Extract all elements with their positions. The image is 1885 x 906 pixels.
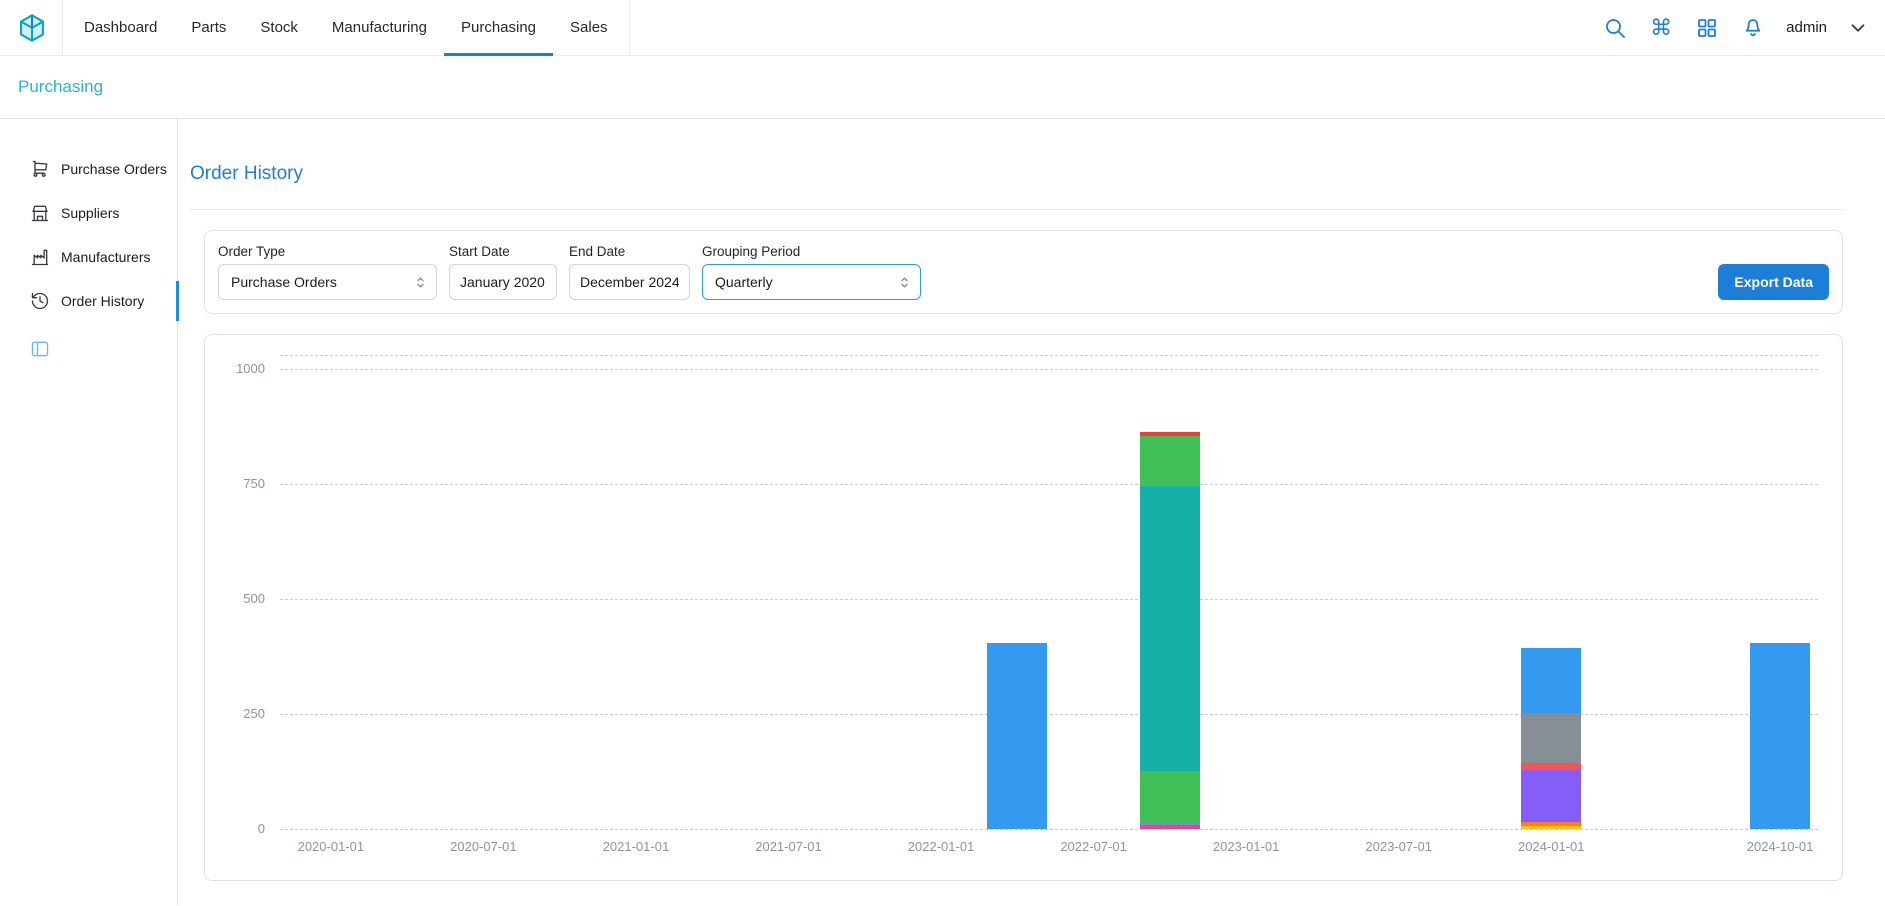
chart-bar-segment[interactable] [1521,822,1581,826]
chart-bar-segment[interactable] [1140,771,1200,823]
grouping-period-label: Grouping Period [702,244,921,259]
chart-bar-segment[interactable] [1521,648,1581,712]
gridline [280,369,1818,370]
breadcrumb-purchasing[interactable]: Purchasing [18,77,103,97]
y-axis-tick-label: 250 [209,706,265,721]
order-type-select[interactable]: Purchase Orders [218,264,437,300]
sidebar-item-label: Manufacturers [61,249,150,265]
x-axis-tick-label: 2020-01-01 [281,839,381,854]
y-axis-tick-label: 750 [209,476,265,491]
chart-bar-segment[interactable] [987,643,1047,829]
chart-plot: 0 250 500 750 1000 2020-01-01 2020-07-01 2021-0… [205,335,1842,880]
grouping-period-value: Quarterly [715,274,773,290]
shopping-cart-icon [30,159,50,179]
chart-bar-segment[interactable] [1140,825,1200,829]
chart-bar-segment[interactable] [1750,643,1810,829]
tab-stock[interactable]: Stock [243,0,315,56]
x-axis-tick-label: 2021-01-01 [586,839,686,854]
filter-panel: Order Type Purchase Orders Start Date En… [204,230,1843,314]
x-axis-tick-label: 2023-01-01 [1196,839,1296,854]
gridline [280,599,1818,600]
order-history-chart-card: 0 250 500 750 1000 2020-01-01 2020-07-01 2021-0… [204,334,1843,881]
order-type-label: Order Type [218,244,437,259]
plot-top-boundary [280,355,1818,356]
app-window: Dashboard Parts Stock Manufacturing Purc… [0,0,1885,906]
main-panel: Order History Order Type Purchase Orders… [178,119,1885,905]
selector-chevrons-icon [413,275,428,290]
sidebar-item-label: Order History [61,293,144,309]
end-date-label: End Date [569,244,690,259]
search-icon[interactable] [1602,15,1628,41]
grouping-period-field: Grouping Period Quarterly [702,244,921,300]
x-axis-tick-label: 2020-07-01 [433,839,533,854]
y-axis-tick-label: 500 [209,591,265,606]
content-area: Purchase Orders Suppliers Manufacturers [0,119,1885,905]
export-data-button[interactable]: Export Data [1718,264,1829,300]
chart-bar-segment[interactable] [1521,763,1581,770]
history-icon [30,291,50,311]
chart-bar-segment[interactable] [1140,436,1200,486]
sidebar-collapse-icon[interactable] [30,339,50,359]
chart-bar-segment[interactable] [1140,432,1200,437]
gridline [280,714,1818,715]
x-axis-tick-label: 2022-07-01 [1044,839,1144,854]
y-axis-tick-label: 1000 [209,361,265,376]
start-date-input[interactable] [449,264,557,300]
y-axis-tick-label: 0 [209,821,265,836]
main-nav-tabs: Dashboard Parts Stock Manufacturing Purc… [62,0,630,56]
tab-sales[interactable]: Sales [553,0,625,56]
start-date-field: Start Date [449,244,557,300]
order-type-value: Purchase Orders [231,274,337,290]
building-store-icon [30,203,50,223]
x-axis-tick-label: 2024-10-01 [1730,839,1830,854]
gridline [280,484,1818,485]
tab-purchasing[interactable]: Purchasing [444,0,553,56]
app-logo-icon[interactable] [16,12,48,44]
top-navbar: Dashboard Parts Stock Manufacturing Purc… [0,0,1885,56]
sidebar-item-label: Suppliers [61,205,119,221]
navbar-actions: ⌘ admin [1602,15,1869,41]
tab-dashboard[interactable]: Dashboard [67,0,174,56]
sidebar: Purchase Orders Suppliers Manufacturers [0,119,178,905]
sidebar-item-order-history[interactable]: Order History [0,279,177,323]
factory-icon [30,247,50,267]
sidebar-item-label: Purchase Orders [61,161,167,177]
page-title: Order History [190,163,1843,185]
tab-manufacturing[interactable]: Manufacturing [315,0,444,56]
chart-bar-segment[interactable] [1521,826,1581,829]
sidebar-item-manufacturers[interactable]: Manufacturers [0,235,177,279]
order-type-field: Order Type Purchase Orders [218,244,437,300]
x-axis-tick-label: 2021-07-01 [738,839,838,854]
barcode-scan-icon[interactable] [1694,15,1720,41]
end-date-input[interactable] [569,264,690,300]
title-divider [190,209,1843,210]
tab-parts[interactable]: Parts [174,0,243,56]
gridline [280,829,1818,830]
end-date-field: End Date [569,244,690,300]
start-date-label: Start Date [449,244,557,259]
x-axis-tick-label: 2023-07-01 [1349,839,1449,854]
breadcrumb: Purchasing [0,56,1885,119]
sidebar-item-suppliers[interactable]: Suppliers [0,191,177,235]
chart-bar-segment[interactable] [1140,823,1200,826]
grouping-period-select[interactable]: Quarterly [702,264,921,300]
command-palette-icon[interactable]: ⌘ [1648,15,1674,41]
x-axis-tick-label: 2024-01-01 [1501,839,1601,854]
chevron-down-icon[interactable] [1847,17,1869,39]
user-menu-label[interactable]: admin [1786,19,1827,36]
sidebar-item-purchase-orders[interactable]: Purchase Orders [0,147,177,191]
notifications-bell-icon[interactable] [1740,15,1766,41]
chart-bar-segment[interactable] [1140,486,1200,771]
x-axis-tick-label: 2022-01-01 [891,839,991,854]
selector-chevrons-icon [897,275,912,290]
chart-bar-segment[interactable] [1521,713,1581,764]
chart-bar-segment[interactable] [1521,770,1581,822]
